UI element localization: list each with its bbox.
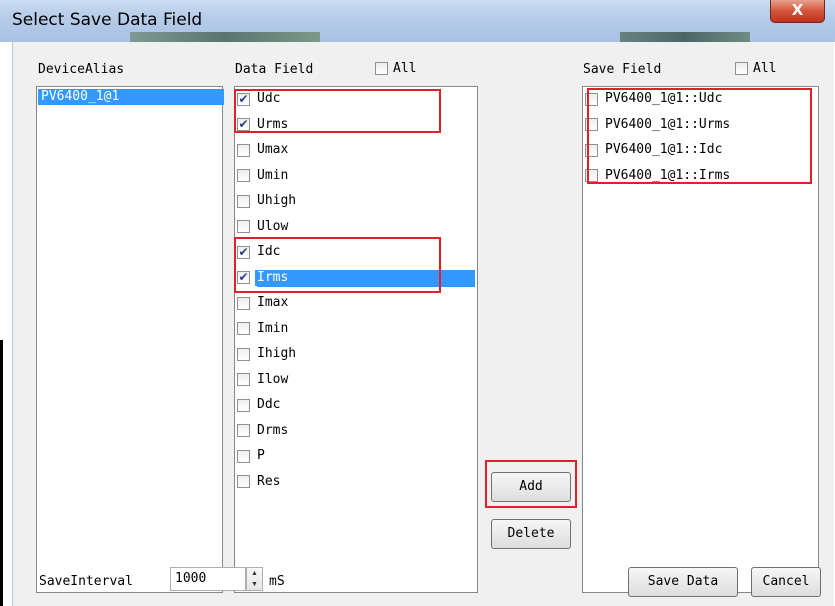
checkbox-icon[interactable] xyxy=(237,475,250,488)
save-data-button[interactable]: Save Data xyxy=(628,567,738,597)
data-field-item[interactable]: Res xyxy=(237,472,282,492)
window-title: Select Save Data Field xyxy=(12,10,203,30)
checkbox-icon[interactable] xyxy=(237,449,250,463)
checkbox-icon[interactable] xyxy=(237,296,250,310)
window-edge xyxy=(0,340,3,606)
dialog-body: DeviceAlias PV6400_1@1 Data Field All ✔ U… xyxy=(12,42,834,606)
save-field-header: Save Field xyxy=(583,62,662,77)
triangle-up-icon[interactable]: ▲ xyxy=(247,568,262,579)
data-field-item-label: Drms xyxy=(257,422,289,438)
data-field-all-toggle[interactable]: All xyxy=(375,61,416,76)
data-field-item[interactable]: Umax xyxy=(237,140,290,160)
data-field-item[interactable]: Imax xyxy=(237,293,290,313)
data-field-item[interactable]: Ihigh xyxy=(237,344,298,364)
delete-button[interactable]: Delete xyxy=(491,519,571,549)
data-field-item[interactable]: Umin xyxy=(237,166,290,186)
dialog-window: Select Save Data Field X DeviceAlias PV6… xyxy=(0,0,835,606)
data-field-item[interactable]: Drms xyxy=(237,421,290,441)
data-field-list[interactable]: ✔ Udc ✔ Urms Umax Umin Uhigh Ulow ✔ Idc ✔ Irms Imax I… xyxy=(234,86,478,593)
save-field-all-label: All xyxy=(753,61,777,76)
annotation-box xyxy=(587,88,812,184)
title-bar[interactable]: Select Save Data Field X xyxy=(0,0,835,42)
data-field-item-label: Ulow xyxy=(257,218,289,234)
data-field-header: Data Field xyxy=(235,62,314,77)
checkbox-icon[interactable] xyxy=(237,220,250,233)
background-blur xyxy=(130,32,320,42)
interval-spinner[interactable]: ▲ ▼ xyxy=(246,567,263,591)
background-blur xyxy=(620,32,750,42)
data-field-item-label: Ilow xyxy=(257,371,289,387)
data-field-item-label: Umax xyxy=(257,142,289,157)
data-field-item[interactable]: Imin xyxy=(237,319,290,339)
save-interval-input[interactable]: 1000 xyxy=(170,567,246,591)
data-field-item-label: Res xyxy=(257,473,281,489)
data-field-item-label: Imax xyxy=(257,295,289,310)
device-alias-list[interactable]: PV6400_1@1 xyxy=(36,86,224,593)
data-field-item[interactable]: Ulow xyxy=(237,217,290,237)
data-field-item-label: Umin xyxy=(257,167,289,183)
data-field-item-label: P xyxy=(257,448,265,463)
annotation-box xyxy=(234,89,441,133)
checkbox-icon[interactable] xyxy=(237,424,250,437)
data-field-item-label: Imin xyxy=(257,320,289,336)
checkbox-icon[interactable] xyxy=(237,322,250,335)
data-field-item-label: Ddc xyxy=(257,397,281,412)
checkbox-icon[interactable] xyxy=(375,62,388,75)
data-field-item[interactable]: Ddc xyxy=(237,395,282,415)
device-alias-item[interactable]: PV6400_1@1 xyxy=(38,89,224,105)
save-interval-label: SaveInterval xyxy=(39,574,133,589)
data-field-item-label: Ihigh xyxy=(257,346,297,361)
data-field-item[interactable]: P xyxy=(237,446,267,466)
data-field-all-label: All xyxy=(393,61,417,76)
checkbox-icon[interactable] xyxy=(237,398,250,412)
close-button[interactable]: X xyxy=(770,0,825,23)
checkbox-icon[interactable] xyxy=(735,62,748,75)
device-alias-header: DeviceAlias xyxy=(38,62,125,77)
annotation-box xyxy=(485,460,577,508)
checkbox-icon[interactable] xyxy=(237,373,250,386)
data-field-item-label: Uhigh xyxy=(257,193,297,208)
interval-unit: mS xyxy=(269,574,285,589)
triangle-down-icon[interactable]: ▼ xyxy=(247,579,262,590)
checkbox-icon[interactable] xyxy=(237,347,250,361)
save-field-all-toggle[interactable]: All xyxy=(735,61,776,76)
data-field-item[interactable]: Ilow xyxy=(237,370,290,390)
cancel-button[interactable]: Cancel xyxy=(751,567,821,597)
close-icon: X xyxy=(791,1,804,19)
annotation-box xyxy=(234,237,441,293)
checkbox-icon[interactable] xyxy=(237,169,250,182)
checkbox-icon[interactable] xyxy=(237,194,250,208)
checkbox-icon[interactable] xyxy=(237,143,250,157)
data-field-item[interactable]: Uhigh xyxy=(237,191,298,211)
